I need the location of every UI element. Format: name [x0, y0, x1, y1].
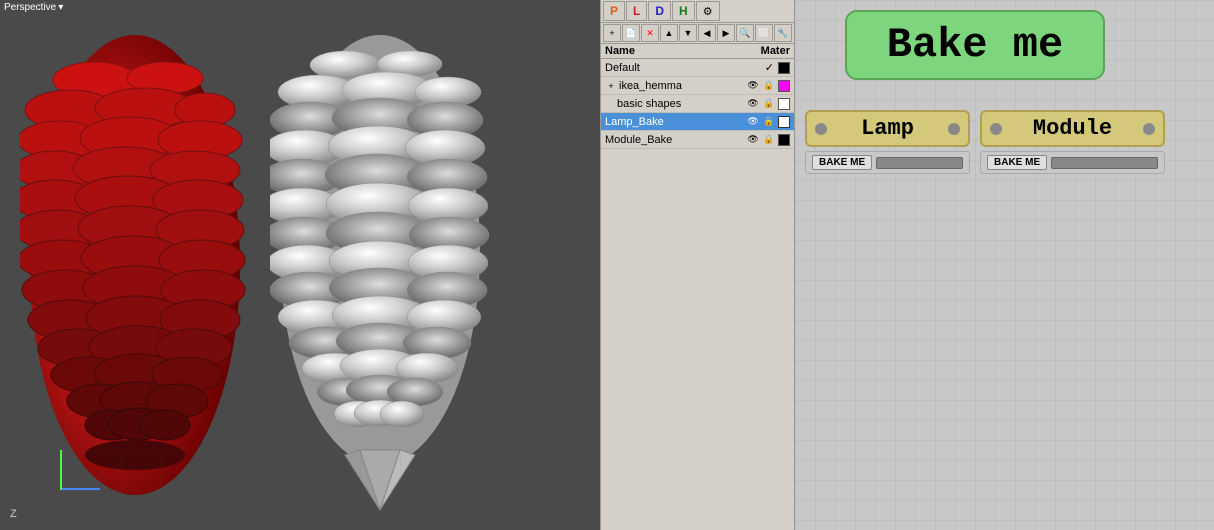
tool-add[interactable]: +	[603, 24, 621, 42]
node-editor-panel[interactable]: Bake me Lamp BAKE ME Module BAKE ME	[795, 0, 1214, 530]
lamp-connector-left[interactable]	[815, 123, 827, 135]
tool-up[interactable]: ▲	[660, 24, 678, 42]
scene-manager-panel: P L D H ⚙ + 📄 ✕ ▲ ▼ ◀ ▶ 🔍 ⬜ 🔧 Name Mater…	[600, 0, 795, 530]
layer-ikea-name: ikea_hemma	[619, 80, 746, 92]
lamp-bake-row: BAKE ME	[805, 151, 970, 174]
layer-ikea-color	[778, 80, 790, 92]
layer-ikea-lock[interactable]: 🔒	[762, 79, 776, 93]
tab-h[interactable]: H	[672, 1, 695, 21]
layer-basic-eye[interactable]: 👁	[746, 97, 760, 111]
layer-ikea-expand[interactable]: +	[605, 80, 617, 92]
module-bake-row: BAKE ME	[980, 151, 1165, 174]
node-lamp[interactable]: Lamp BAKE ME	[805, 110, 970, 174]
bake-me-label: Bake me	[887, 21, 1063, 69]
layer-row-basic-shapes[interactable]: basic shapes 👁 🔒	[601, 95, 794, 113]
layer-module-bake-name: Module_Bake	[605, 134, 746, 146]
x-axis-line	[60, 488, 100, 490]
node-module-label: Module	[1033, 116, 1112, 141]
layer-row-ikea[interactable]: + ikea_hemma 👁 🔒	[601, 77, 794, 95]
layer-row-default[interactable]: Default ✓	[601, 59, 794, 77]
layer-basic-shapes-name: basic shapes	[605, 98, 746, 110]
layer-default-name: Default	[605, 62, 765, 74]
tool-down[interactable]: ▼	[679, 24, 697, 42]
module-connector-right[interactable]	[1143, 123, 1155, 135]
layer-lamp-icons: 👁 🔒	[746, 115, 790, 129]
layer-module-icons: 👁 🔒	[746, 133, 790, 147]
module-bake-button[interactable]: BAKE ME	[987, 155, 1047, 170]
tool-delete[interactable]: ✕	[641, 24, 659, 42]
3d-viewport[interactable]: Perspective ▾	[0, 0, 600, 530]
tab-gear[interactable]: ⚙	[696, 1, 720, 21]
layer-row-module-bake[interactable]: Module_Bake 👁 🔒	[601, 131, 794, 149]
module-bake-progress	[1051, 157, 1158, 169]
bake-me-button[interactable]: Bake me	[845, 10, 1105, 80]
layer-default-check: ✓	[765, 61, 774, 74]
scene-tab-row: P L D H ⚙	[601, 0, 794, 23]
tool-select[interactable]: ⬜	[755, 24, 773, 42]
tool-copy[interactable]: 📄	[622, 24, 640, 42]
layer-lamp-color	[778, 116, 790, 128]
z-axis-line	[60, 450, 62, 490]
tab-l[interactable]: L	[626, 1, 647, 21]
tool-settings[interactable]: 🔧	[774, 24, 792, 42]
col-headers: Name Mater	[601, 44, 794, 59]
node-lamp-label: Lamp	[861, 116, 914, 141]
z-axis-label: Z	[10, 508, 17, 520]
layer-basic-color	[778, 98, 790, 110]
viewport-label: Perspective	[4, 2, 56, 13]
tool-left[interactable]: ◀	[698, 24, 716, 42]
tool-search[interactable]: 🔍	[736, 24, 754, 42]
layer-module-eye[interactable]: 👁	[746, 133, 760, 147]
col-mater-header: Mater	[761, 45, 790, 57]
layer-basic-lock[interactable]: 🔒	[762, 97, 776, 111]
layer-row-lamp-bake[interactable]: Lamp_Bake 👁 🔒	[601, 113, 794, 131]
silver-lamp-object	[270, 20, 490, 510]
node-module[interactable]: Module BAKE ME	[980, 110, 1165, 174]
viewport-dropdown-icon[interactable]: ▾	[58, 2, 63, 13]
layer-lamp-eye[interactable]: 👁	[746, 115, 760, 129]
tab-p[interactable]: P	[603, 1, 625, 21]
lamp-bake-progress	[876, 157, 963, 169]
viewport-grid	[0, 450, 600, 530]
layer-ikea-icons: 👁 🔒	[746, 79, 790, 93]
col-name-header: Name	[605, 45, 761, 57]
scene-toolbar-row: + 📄 ✕ ▲ ▼ ◀ ▶ 🔍 ⬜ 🔧	[601, 23, 794, 44]
node-module-title[interactable]: Module	[980, 110, 1165, 147]
layer-default-color	[778, 62, 790, 74]
layer-lamp-lock[interactable]: 🔒	[762, 115, 776, 129]
lamp-connector-right[interactable]	[948, 123, 960, 135]
layer-lamp-bake-name: Lamp_Bake	[605, 116, 746, 128]
module-connector-left[interactable]	[990, 123, 1002, 135]
red-lamp-object	[20, 20, 250, 510]
tab-d[interactable]: D	[648, 1, 671, 21]
node-lamp-title[interactable]: Lamp	[805, 110, 970, 147]
layer-basic-icons: 👁 🔒	[746, 97, 790, 111]
layer-ikea-eye[interactable]: 👁	[746, 79, 760, 93]
lamp-bake-button[interactable]: BAKE ME	[812, 155, 872, 170]
layer-module-lock[interactable]: 🔒	[762, 133, 776, 147]
layer-module-color	[778, 134, 790, 146]
tool-right[interactable]: ▶	[717, 24, 735, 42]
